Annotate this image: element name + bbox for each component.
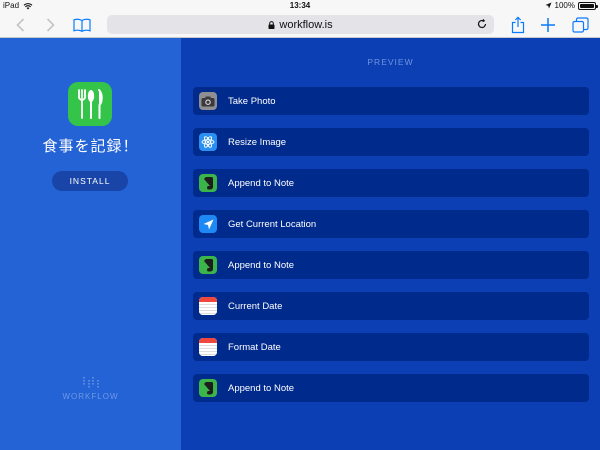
status-bar: iPad 13:34 100% — [0, 0, 600, 12]
url-text: workflow.is — [279, 18, 333, 31]
bookmarks-button[interactable] — [72, 15, 92, 35]
evernote-icon — [199, 379, 217, 397]
action-current-date[interactable]: Current Date — [193, 292, 589, 320]
calendar-icon — [199, 338, 217, 356]
fork-knife-icon — [78, 89, 103, 119]
browser-toolbar: workflow.is — [0, 12, 600, 38]
address-bar[interactable]: workflow.is — [107, 15, 494, 34]
atom-icon — [199, 133, 217, 151]
location-arrow-icon — [199, 215, 217, 233]
action-label: Format Date — [228, 341, 281, 353]
plus-icon — [541, 18, 555, 32]
tabs-button[interactable] — [570, 15, 590, 35]
share-button[interactable] — [509, 15, 527, 35]
status-time: 13:34 — [289, 1, 311, 10]
action-label: Append to Note — [228, 382, 295, 394]
install-button[interactable]: INSTALL — [52, 171, 128, 191]
action-label: Resize Image — [228, 136, 287, 148]
workflow-app-icon — [68, 82, 112, 126]
workflow-title: 食事を記録！ — [42, 138, 139, 155]
action-label: Append to Note — [228, 177, 295, 189]
action-label: Take Photo — [228, 95, 276, 107]
action-append-to-note[interactable]: Append to Note — [193, 169, 589, 197]
workflow-logo-icon — [82, 377, 99, 389]
battery-percent: 100% — [554, 1, 575, 10]
action-append-to-note[interactable]: Append to Note — [193, 374, 589, 402]
calendar-icon — [199, 297, 217, 315]
action-take-photo[interactable]: Take Photo — [193, 87, 589, 115]
share-icon — [511, 16, 525, 34]
camera-icon — [199, 92, 217, 110]
action-format-date[interactable]: Format Date — [193, 333, 589, 361]
workflow-brand: WORKFLOW — [0, 376, 181, 401]
chevron-left-icon — [15, 18, 24, 32]
battery-icon — [578, 1, 598, 10]
workflow-info-panel: 食事を記録！ INSTALL WORKFLOW — [0, 38, 181, 450]
action-append-to-note[interactable]: Append to Note — [193, 251, 589, 279]
new-tab-button[interactable] — [539, 15, 557, 35]
action-label: Get Current Location — [228, 218, 317, 230]
lock-icon — [268, 20, 275, 29]
preview-heading: PREVIEW — [367, 57, 414, 67]
evernote-icon — [199, 174, 217, 192]
chevron-right-icon — [46, 18, 55, 32]
back-button[interactable] — [12, 15, 28, 35]
workflow-wordmark: WORKFLOW — [62, 392, 119, 401]
evernote-icon — [199, 256, 217, 274]
action-get-current-location[interactable]: Get Current Location — [193, 210, 589, 238]
action-resize-image[interactable]: Resize Image — [193, 128, 589, 156]
reload-icon[interactable] — [476, 18, 488, 30]
action-label: Append to Note — [228, 259, 295, 271]
tabs-icon — [571, 17, 589, 33]
forward-button[interactable] — [42, 15, 58, 35]
preview-panel: PREVIEW Take Photo Resize Image Append t… — [181, 38, 600, 450]
location-services-icon — [545, 2, 552, 9]
status-right: 100% — [545, 1, 598, 10]
action-label: Current Date — [228, 300, 283, 312]
book-icon — [73, 18, 91, 32]
